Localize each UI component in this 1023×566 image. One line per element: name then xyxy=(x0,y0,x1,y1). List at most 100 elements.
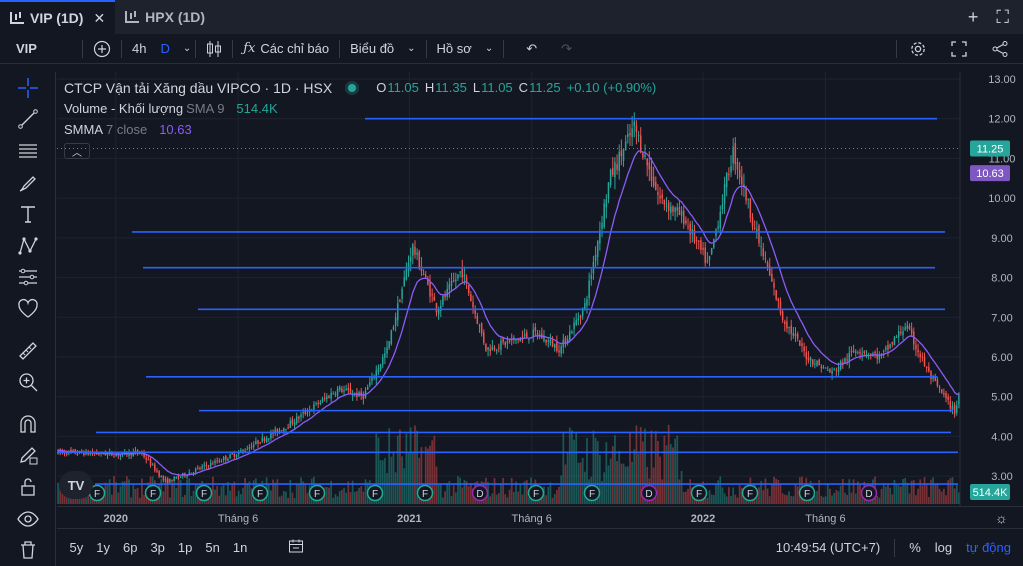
prediction-tool[interactable] xyxy=(8,262,48,294)
tradingview-logo[interactable]: TV xyxy=(59,471,93,499)
share-button[interactable] xyxy=(979,34,1023,64)
symbol-title[interactable]: CTCP Vận tải Xăng dầu VIPCO · 1D · HSX xyxy=(64,80,332,96)
candle-body xyxy=(498,347,500,349)
event-marker-dividend[interactable]: D xyxy=(640,484,658,502)
candle-body xyxy=(440,305,442,312)
pattern-tool[interactable] xyxy=(8,230,48,262)
lock-drawing-tool[interactable] xyxy=(8,440,48,472)
range-button-5y[interactable]: 5y xyxy=(63,540,90,555)
volume-bar xyxy=(579,462,582,504)
range-button-5n[interactable]: 5n xyxy=(199,540,226,555)
brush-tool[interactable] xyxy=(8,167,48,199)
crosshair-tool[interactable] xyxy=(8,72,48,104)
ohlc-change: +0.10 (+0.90%) xyxy=(566,80,657,95)
fullscreen-icon[interactable]: ⛶ xyxy=(996,7,1009,28)
volume-bar xyxy=(508,489,511,504)
trendline-tool[interactable] xyxy=(8,104,48,136)
volume-bar xyxy=(89,497,92,504)
favorites-tool[interactable] xyxy=(8,293,48,325)
event-marker-financial[interactable]: F xyxy=(366,484,384,502)
volume-bar xyxy=(162,491,165,504)
legend-collapse-button[interactable]: ︿ xyxy=(64,143,90,159)
range-button-6p[interactable]: 6p xyxy=(116,540,143,555)
volume-bar xyxy=(768,496,771,504)
profile-button[interactable]: Hồ sơ ⌄ xyxy=(427,34,504,64)
smma-indicator-name[interactable]: SMMA xyxy=(64,122,103,137)
candle-body xyxy=(749,198,752,218)
volume-bar xyxy=(515,481,517,504)
candle-body xyxy=(893,337,896,346)
candle-body xyxy=(870,353,872,355)
candle-body xyxy=(433,296,436,301)
crosshair-icon xyxy=(17,77,38,98)
chart-type-label: Biểu đồ xyxy=(350,41,395,56)
auto-scale-toggle[interactable]: tự động xyxy=(966,540,1011,555)
event-marker-financial[interactable]: F xyxy=(251,484,269,502)
clock[interactable]: 10:49:54 (UTC+7) xyxy=(776,540,880,555)
close-icon[interactable]: ✕ xyxy=(93,10,105,27)
event-marker-financial[interactable]: F xyxy=(195,484,213,502)
chevron-down-icon[interactable]: ⌄ xyxy=(183,43,191,54)
zoom-tool[interactable] xyxy=(8,366,48,398)
ohlc-low: 11.05 xyxy=(481,80,513,95)
ohlc-open: 11.05 xyxy=(387,80,419,95)
symbol-search-button[interactable]: VIP xyxy=(0,34,82,64)
candle-body xyxy=(652,176,655,187)
range-button-1p[interactable]: 1p xyxy=(171,540,198,555)
event-marker-financial[interactable]: F xyxy=(798,484,816,502)
tab-label: VIP (1D) xyxy=(30,10,84,26)
event-marker-dividend[interactable]: D xyxy=(471,484,489,502)
text-tool[interactable] xyxy=(8,198,48,230)
compare-symbol-button[interactable] xyxy=(83,34,121,64)
event-marker-label: F xyxy=(422,489,428,500)
candle-body xyxy=(612,168,614,176)
volume-bar xyxy=(925,485,928,504)
event-marker-financial[interactable]: F xyxy=(583,484,601,502)
chart-template-button[interactable]: Biểu đồ ⌄ xyxy=(340,34,425,64)
magnet-tool[interactable] xyxy=(8,408,48,440)
delete-tool[interactable] xyxy=(8,534,48,566)
indicators-button[interactable]: ƒx Các chỉ báo xyxy=(233,34,339,64)
log-toggle[interactable]: log xyxy=(935,540,952,555)
volume-indicator-name[interactable]: Volume - Khối lượng xyxy=(64,101,183,116)
chart-pane[interactable]: F F F F F F F D F F D F F F D 13.00 12.00 11.00 10.00 9.00 8… xyxy=(57,72,1023,506)
measure-tool[interactable] xyxy=(8,335,48,367)
undo-button[interactable]: ↶ xyxy=(504,34,551,64)
event-marker-financial[interactable]: F xyxy=(690,484,708,502)
candle-body xyxy=(906,325,909,329)
event-marker-financial[interactable]: F xyxy=(741,484,759,502)
visibility-tool[interactable] xyxy=(8,503,48,535)
percent-toggle[interactable]: % xyxy=(909,540,921,555)
volume-bar xyxy=(833,492,836,504)
volume-bar xyxy=(605,442,608,504)
range-button-3p[interactable]: 3p xyxy=(144,540,171,555)
event-marker-financial[interactable]: F xyxy=(144,484,162,502)
chart-style-button[interactable] xyxy=(196,34,232,64)
go-to-date-button[interactable] xyxy=(288,538,304,557)
candle-body xyxy=(220,461,223,463)
event-marker-financial[interactable]: F xyxy=(527,484,545,502)
candle-body xyxy=(835,370,838,372)
interval-d-button[interactable]: D ⌄ xyxy=(156,34,195,64)
fib-tool[interactable] xyxy=(8,135,48,167)
interval-4h-button[interactable]: 4h xyxy=(122,34,156,64)
volume-bar xyxy=(231,484,234,504)
add-tab-icon[interactable]: + xyxy=(968,7,979,28)
axis-settings-icon[interactable]: ☼ xyxy=(995,510,1008,526)
event-marker-financial[interactable]: F xyxy=(308,484,326,502)
range-button-1n[interactable]: 1n xyxy=(226,540,253,555)
lock-all-tool[interactable] xyxy=(8,471,48,503)
candle-body xyxy=(753,227,756,229)
settings-button[interactable] xyxy=(897,34,939,64)
tab-hpx[interactable]: HPX (1D) xyxy=(115,0,215,34)
event-marker-financial[interactable]: F xyxy=(416,484,434,502)
range-button-1y[interactable]: 1y xyxy=(90,540,117,555)
fullscreen-button[interactable] xyxy=(939,34,979,64)
time-axis[interactable]: 2020Tháng 62021Tháng 62022Tháng 62023Thá… xyxy=(57,506,1023,529)
tab-vip[interactable]: VIP (1D) ✕ xyxy=(0,0,116,34)
candle-body xyxy=(665,205,668,207)
candle-body xyxy=(235,455,238,457)
redo-button[interactable]: ↷ xyxy=(551,34,582,64)
event-marker-dividend[interactable]: D xyxy=(860,484,878,502)
candle-body xyxy=(113,456,115,458)
